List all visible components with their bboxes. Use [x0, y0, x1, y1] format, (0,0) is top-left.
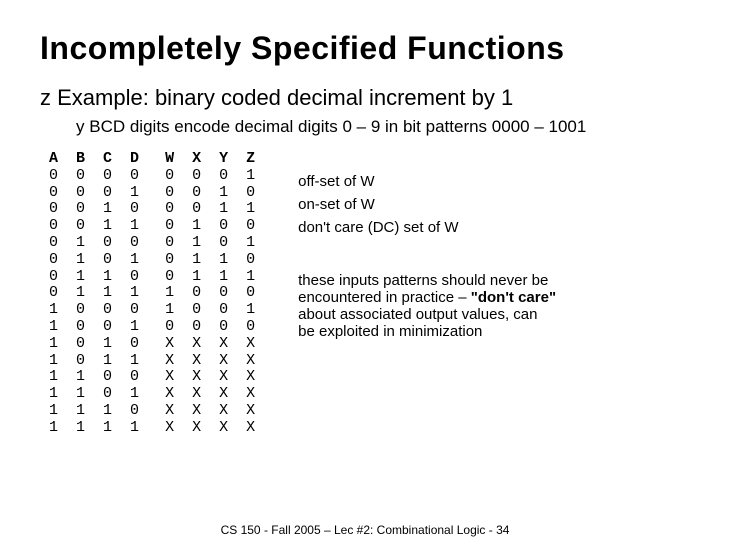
bullet-mark-1: z	[40, 85, 51, 110]
table-row: 1011XXXX	[40, 353, 264, 370]
note-post: about associated output values, can be e…	[298, 306, 537, 340]
table-row: 10010000	[40, 319, 264, 336]
bullet-level-1: z Example: binary coded decimal incremen…	[40, 85, 690, 111]
table-row: 1100XXXX	[40, 369, 264, 386]
table-row: 1010XXXX	[40, 336, 264, 353]
col-header-c: C	[94, 151, 121, 168]
table-row: 01111000	[40, 285, 264, 302]
table-row: 00110100	[40, 218, 264, 235]
table-row: 1111XXXX	[40, 420, 264, 437]
slide-footer: CS 150 - Fall 2005 – Lec #2: Combination…	[0, 523, 730, 537]
bullet-mark-2: y	[76, 117, 85, 136]
col-header-d: D	[121, 151, 148, 168]
table-row: 10001001	[40, 302, 264, 319]
truth-table: ABCDWXYZ 0000000100010010001000110011010…	[40, 151, 264, 437]
col-header-z: Z	[237, 151, 264, 168]
dc-set-label: don't care (DC) set of W	[298, 219, 558, 236]
annotation-block: off-set of W on-set of W don't care (DC)…	[298, 167, 558, 340]
on-set-label: on-set of W	[298, 196, 558, 213]
table-row: 00100011	[40, 201, 264, 218]
table-row: 1101XXXX	[40, 386, 264, 403]
table-row: 1110XXXX	[40, 403, 264, 420]
off-set-label: off-set of W	[298, 173, 558, 190]
bullet-level-2: y BCD digits encode decimal digits 0 – 9…	[76, 117, 690, 137]
note-bold: "don't care"	[471, 289, 556, 306]
col-header-x: X	[183, 151, 210, 168]
slide-title: Incompletely Specified Functions	[40, 30, 690, 67]
col-header-y: Y	[210, 151, 237, 168]
col-header-w: W	[156, 151, 183, 168]
col-header-a: A	[40, 151, 67, 168]
table-row: 01100111	[40, 269, 264, 286]
bullet-text-2: BCD digits encode decimal digits 0 – 9 i…	[89, 117, 586, 136]
table-row: 01000101	[40, 235, 264, 252]
dont-care-note: these inputs patterns should never be en…	[298, 272, 558, 340]
table-row: 00010010	[40, 185, 264, 202]
bullet-text-1: Example: binary coded decimal increment …	[57, 85, 513, 110]
col-header-b: B	[67, 151, 94, 168]
table-row: 01010110	[40, 252, 264, 269]
table-row: 00000001	[40, 168, 264, 185]
col-gap	[148, 151, 156, 168]
